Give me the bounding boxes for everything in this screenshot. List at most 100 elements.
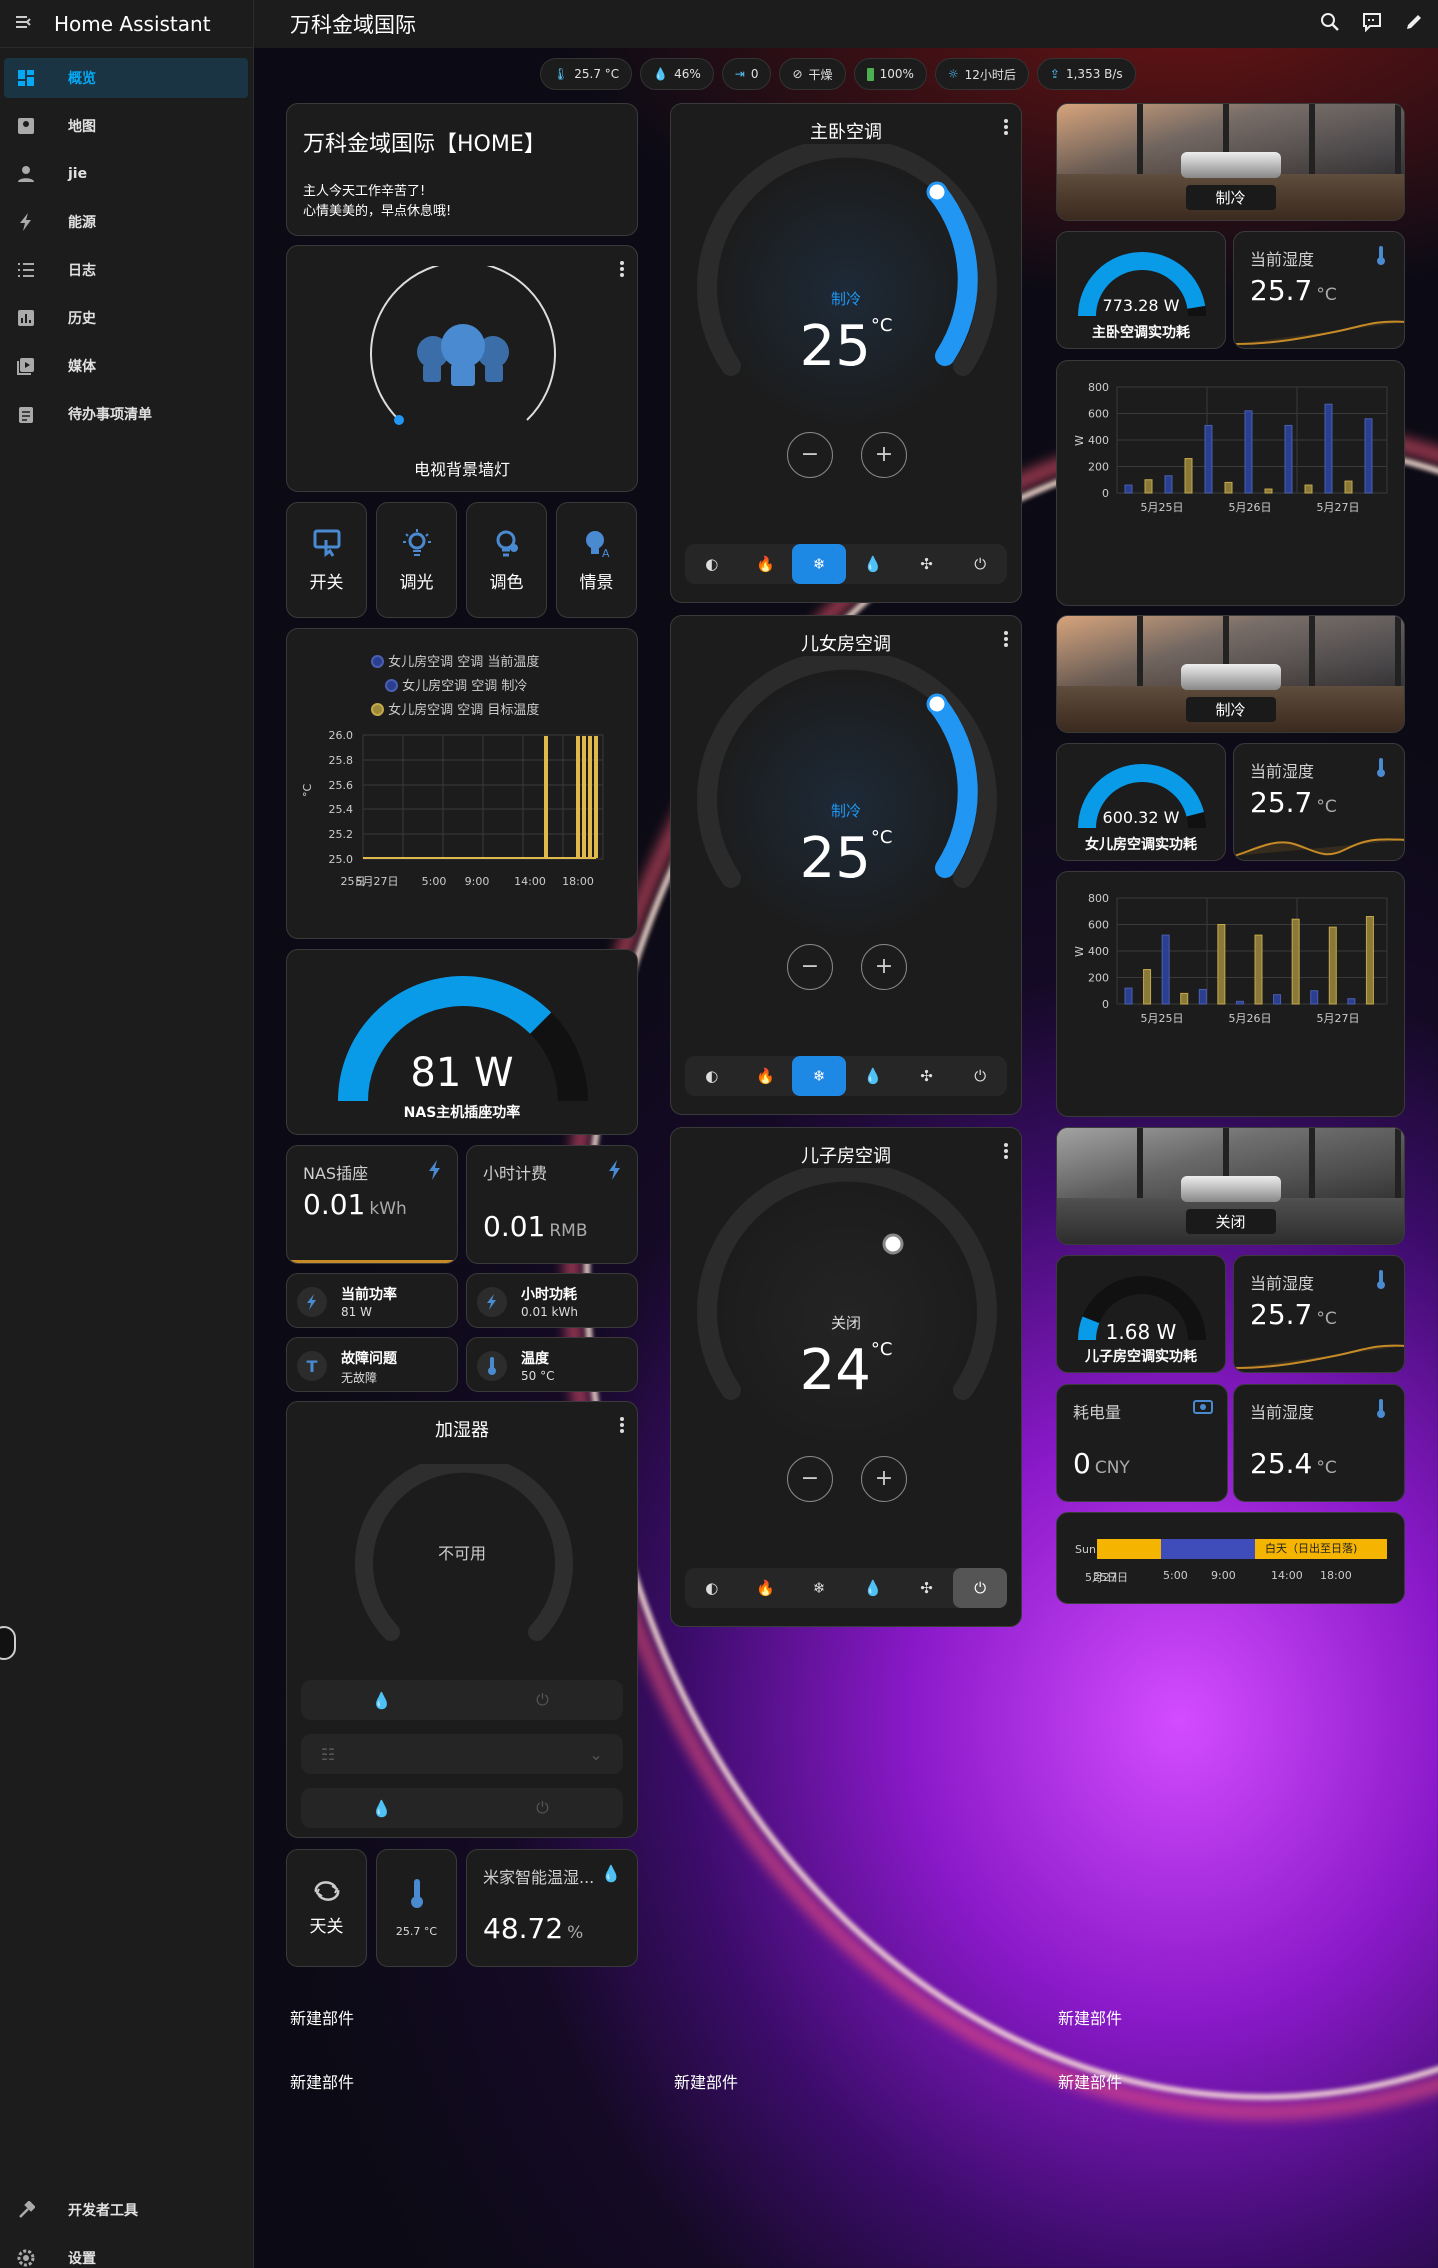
bar[interactable]: [1364, 418, 1373, 494]
entity-fault[interactable]: T 故障问题 无故障: [286, 1337, 458, 1392]
badge-rain[interactable]: ⊘ 干燥: [779, 58, 846, 90]
power-icon[interactable]: ⏻: [516, 1788, 570, 1828]
auto-mode-icon[interactable]: ◐: [685, 1056, 739, 1096]
hour-cost-card[interactable]: 小时计费 0.01 RMB: [466, 1145, 638, 1264]
new-card-placeholder[interactable]: 新建部件: [290, 2069, 354, 2093]
snowflake-icon[interactable]: ❄: [792, 1056, 847, 1096]
minus-button[interactable]: −: [787, 944, 833, 990]
room-photo-card[interactable]: 制冷: [1056, 103, 1405, 221]
plus-button[interactable]: +: [861, 1456, 907, 1502]
search-icon[interactable]: [1320, 12, 1340, 36]
mijia-humidity-card[interactable]: 米家智能温湿... 💧 48.72%: [466, 1849, 638, 1967]
more-menu-icon[interactable]: [1003, 1142, 1009, 1164]
bar[interactable]: [1310, 990, 1319, 1005]
sidebar-item-todo[interactable]: 待办事项清单: [4, 394, 248, 434]
climate-card[interactable]: 儿女房空调 制冷 25°C − + ◐ 🔥 ❄ 💧 ✣ ⏻: [670, 615, 1022, 1115]
dial-handle[interactable]: [926, 181, 948, 203]
dry-icon[interactable]: 💧: [846, 1568, 900, 1608]
more-menu-icon[interactable]: [619, 1416, 625, 1438]
dial-handle[interactable]: [926, 693, 948, 715]
room-humidity-card[interactable]: 当前湿度 25.7 °C: [1233, 743, 1405, 861]
room-photo-card[interactable]: 制冷: [1056, 615, 1405, 733]
light-tile-switch[interactable]: 开关: [286, 502, 367, 618]
bar[interactable]: [1273, 994, 1282, 1005]
bar[interactable]: [1204, 424, 1213, 494]
more-menu-icon[interactable]: [1003, 630, 1009, 652]
auto-mode-icon[interactable]: ◐: [685, 1568, 739, 1608]
room-photo-card[interactable]: 关闭: [1056, 1127, 1405, 1245]
assist-icon[interactable]: [1362, 12, 1382, 36]
switch-tile[interactable]: 天关: [286, 1849, 367, 1967]
power-icon[interactable]: ⏻: [953, 1568, 1008, 1608]
temperature-tile[interactable]: 25.7 °C: [376, 1849, 457, 1967]
bar[interactable]: [1198, 988, 1207, 1005]
dial-handle[interactable]: [882, 1233, 904, 1255]
sidebar-item-map[interactable]: 地图: [4, 106, 248, 146]
room-power-gauge-card[interactable]: 1.68 W 儿子房空调实功耗: [1056, 1255, 1226, 1373]
sidebar-item-settings[interactable]: 设置: [4, 2238, 248, 2268]
drop-icon[interactable]: 💧: [355, 1680, 409, 1720]
light-tile-color[interactable]: 调色: [466, 502, 547, 618]
badge-humidity[interactable]: 💧 46%: [640, 58, 714, 90]
bar[interactable]: [1304, 484, 1313, 494]
dry-icon[interactable]: 💧: [846, 544, 900, 584]
bar[interactable]: [1328, 926, 1337, 1005]
menu-collapse-icon[interactable]: [14, 14, 34, 33]
humidifier-mode-select[interactable]: ☷ ⌄: [301, 1734, 623, 1774]
badge-upload[interactable]: ⇪ 1,353 B/s: [1036, 58, 1136, 90]
bar[interactable]: [1164, 475, 1173, 494]
snowflake-icon[interactable]: ❄: [792, 1568, 846, 1608]
drop-icon[interactable]: 💧: [355, 1788, 409, 1828]
nas-power-gauge-card[interactable]: 81 W NAS主机插座功率: [286, 949, 638, 1135]
plus-button[interactable]: +: [861, 432, 907, 478]
badge-temperature[interactable]: 🌡 25.7 °C: [540, 58, 633, 90]
sidebar-item-overview[interactable]: 概览: [4, 58, 248, 98]
minus-button[interactable]: −: [787, 1456, 833, 1502]
badge-weather[interactable]: ☼ 12小时后: [934, 58, 1029, 90]
heat-icon[interactable]: 🔥: [739, 1056, 793, 1096]
bar[interactable]: [1324, 403, 1333, 494]
humidity-card-4[interactable]: 当前湿度 25.4 °C: [1233, 1384, 1405, 1502]
snowflake-icon[interactable]: ❄: [792, 544, 847, 584]
power-icon[interactable]: ⏻: [953, 544, 1007, 584]
nas-energy-card[interactable]: NAS插座 0.01 kWh: [286, 1145, 458, 1264]
fan-icon[interactable]: ✣: [900, 1056, 954, 1096]
bar[interactable]: [1264, 488, 1273, 494]
heat-icon[interactable]: 🔥: [739, 544, 793, 584]
electricity-cost-card[interactable]: 耗电量 0 CNY: [1056, 1384, 1228, 1502]
fan-icon[interactable]: ✣: [900, 544, 954, 584]
power-icon[interactable]: ⏻: [953, 1056, 1007, 1096]
bar[interactable]: [1347, 998, 1356, 1005]
new-card-placeholder[interactable]: 新建部件: [674, 2069, 738, 2093]
more-menu-icon[interactable]: [1003, 118, 1009, 140]
bar[interactable]: [1143, 969, 1152, 1005]
fan-icon[interactable]: ✣: [900, 1568, 954, 1608]
bar[interactable]: [1217, 924, 1226, 1005]
sidebar-item-logbook[interactable]: 日志: [4, 250, 248, 290]
bar[interactable]: [1365, 916, 1374, 1005]
bar[interactable]: [1124, 484, 1133, 494]
legend-item[interactable]: 女儿房空调 空调 目标温度: [371, 699, 539, 718]
scroll-handle-icon[interactable]: [0, 1626, 16, 1660]
bar[interactable]: [1224, 481, 1233, 494]
more-menu-icon[interactable]: [619, 260, 625, 282]
bar[interactable]: [1254, 934, 1263, 1005]
bar[interactable]: [1144, 479, 1153, 494]
badge-battery[interactable]: 100%: [853, 58, 927, 90]
room-power-gauge-card[interactable]: 600.32 W 女儿房空调实功耗: [1056, 743, 1226, 861]
entity-temperature[interactable]: 温度 50 °C: [466, 1337, 638, 1392]
bar[interactable]: [1180, 992, 1189, 1005]
bar[interactable]: [1284, 424, 1293, 494]
light-card[interactable]: 电视背景墙灯: [286, 245, 638, 492]
power-icon[interactable]: ⏻: [516, 1680, 570, 1720]
legend-item[interactable]: 女儿房空调 空调 制冷: [385, 675, 527, 694]
room-humidity-card[interactable]: 当前湿度 25.7 °C: [1233, 1255, 1405, 1373]
new-card-placeholder[interactable]: 新建部件: [290, 2005, 354, 2029]
humidifier-card[interactable]: 加湿器 不可用 💧 ⏻ ☷ ⌄ 💧 ⏻: [286, 1401, 638, 1838]
bar[interactable]: [1124, 987, 1133, 1005]
edit-pencil-icon[interactable]: [1404, 12, 1424, 36]
plus-button[interactable]: +: [861, 944, 907, 990]
sidebar-item-media[interactable]: 媒体: [4, 346, 248, 386]
sidebar-item-energy[interactable]: 能源: [4, 202, 248, 242]
bar[interactable]: [1235, 1000, 1244, 1005]
